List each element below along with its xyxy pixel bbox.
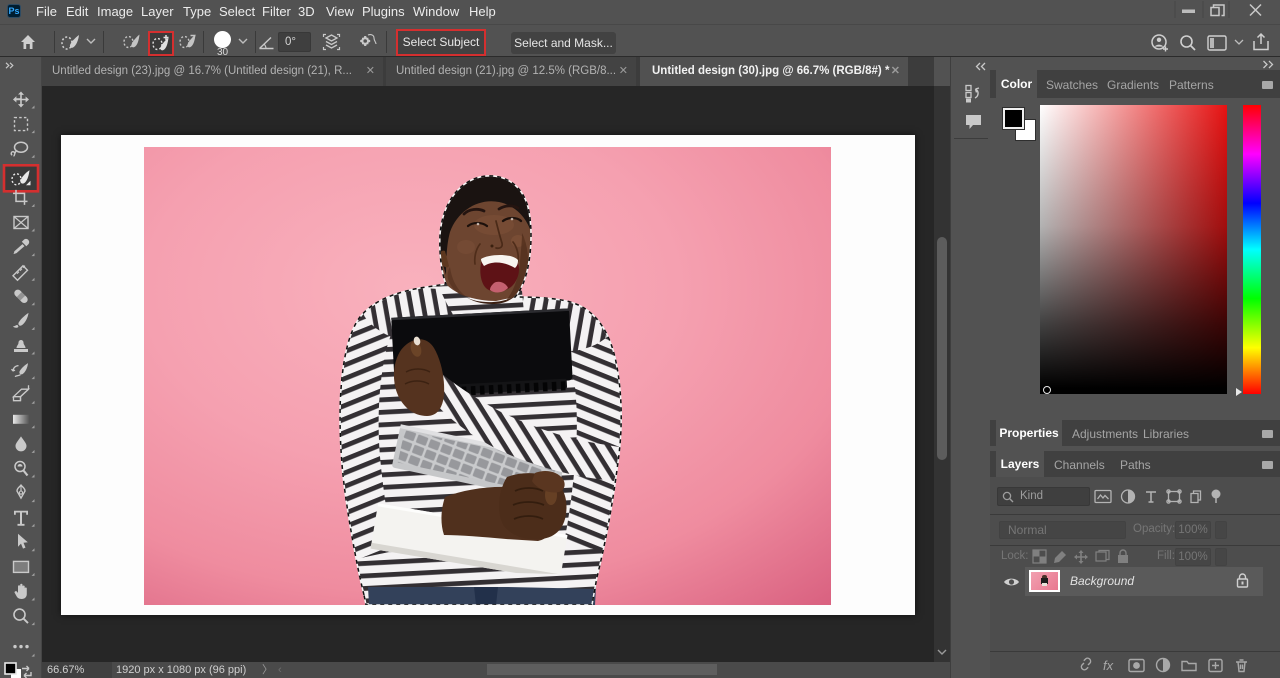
svg-text:fx: fx — [1103, 658, 1114, 673]
